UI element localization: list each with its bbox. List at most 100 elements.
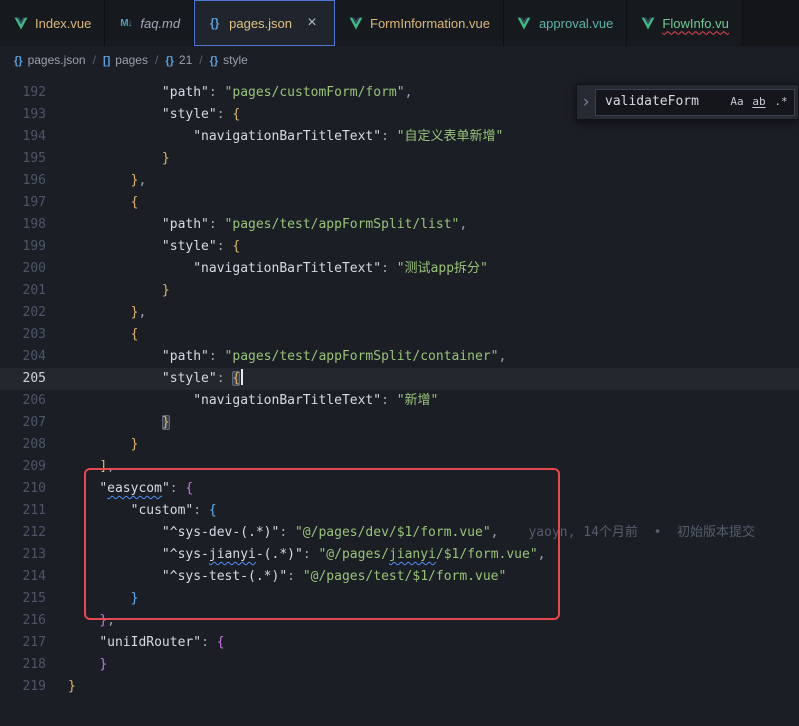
code-token: :	[209, 217, 225, 232]
code-text: "uniIdRouter": {	[68, 632, 225, 654]
code-token: "@/pages/	[318, 547, 388, 562]
code-line-210[interactable]: 210 "easycom": {	[0, 478, 799, 500]
code-text: "path": "pages/test/appFormSplit/list",	[68, 214, 467, 236]
line-number: 200	[0, 258, 46, 280]
code-token	[68, 613, 99, 628]
code-line-197[interactable]: 197 {	[0, 192, 799, 214]
code-token: :	[381, 261, 397, 276]
tab-faq.md[interactable]: M↓faq.md	[105, 0, 194, 46]
code-line-213[interactable]: 213 "^sys-jianyi-(.*)": "@/pages/jianyi/…	[0, 544, 799, 566]
code-line-209[interactable]: 209 ],	[0, 456, 799, 478]
code-token	[68, 437, 131, 452]
find-widget: › validateForm Aa ab .*	[576, 84, 799, 120]
code-line-199[interactable]: 199 "style": {	[0, 236, 799, 258]
line-number: 205	[0, 368, 46, 390]
code-line-219[interactable]: 219}	[0, 676, 799, 698]
line-number: 213	[0, 544, 46, 566]
code-token	[68, 195, 131, 210]
code-token: }	[131, 591, 139, 606]
code-line-196[interactable]: 196 },	[0, 170, 799, 192]
code-token: ,	[107, 613, 115, 628]
tab-approval.vue[interactable]: approval.vue	[504, 0, 627, 46]
code-text: "style": {	[68, 368, 243, 390]
whole-word-button[interactable]: ab	[749, 92, 769, 112]
tab-FormInformation.vue[interactable]: FormInformation.vue	[335, 0, 504, 46]
code-line-195[interactable]: 195 }	[0, 148, 799, 170]
code-token: :	[381, 393, 397, 408]
code-token: "style"	[162, 239, 217, 254]
code-line-202[interactable]: 202 },	[0, 302, 799, 324]
code-token	[68, 261, 193, 276]
chevron-right-icon[interactable]: ›	[577, 91, 595, 113]
vue-icon	[517, 17, 532, 30]
code-token	[68, 151, 162, 166]
code-token: {	[232, 239, 240, 254]
markdown-icon: M↓	[118, 18, 133, 29]
breadcrumb-item-style[interactable]: {}style	[210, 53, 248, 67]
code-token: :	[209, 349, 225, 364]
code-line-201[interactable]: 201 }	[0, 280, 799, 302]
breadcrumb-item-21[interactable]: {}21	[165, 53, 192, 67]
code-text: },	[68, 302, 146, 324]
code-line-204[interactable]: 204 "path": "pages/test/appFormSplit/con…	[0, 346, 799, 368]
code-line-207[interactable]: 207 }	[0, 412, 799, 434]
code-line-198[interactable]: 198 "path": "pages/test/appFormSplit/lis…	[0, 214, 799, 236]
git-blame-annotation: yaoyn, 14个月前 • 初始版本提交	[528, 525, 755, 540]
code-token: "^sys-	[162, 547, 209, 562]
code-token: "style"	[162, 107, 217, 122]
breadcrumb-separator: /	[155, 53, 158, 67]
code-token	[68, 107, 162, 122]
code-line-214[interactable]: 214 "^sys-test-(.*)": "@/pages/test/$1/f…	[0, 566, 799, 588]
line-number: 199	[0, 236, 46, 258]
code-text: }	[68, 434, 138, 456]
code-token: }	[131, 437, 139, 452]
code-line-208[interactable]: 208 }	[0, 434, 799, 456]
tab-FlowInfo.vu[interactable]: FlowInfo.vu	[627, 0, 742, 46]
code-line-212[interactable]: 212 "^sys-dev-(.*)": "@/pages/dev/$1/for…	[0, 522, 799, 544]
breadcrumb-label: style	[223, 53, 248, 67]
vue-icon	[640, 17, 655, 30]
match-case-button[interactable]: Aa	[727, 92, 747, 112]
code-token	[68, 481, 99, 496]
close-icon[interactable]: ×	[303, 14, 321, 32]
tab-pages.json[interactable]: {}pages.json×	[194, 0, 335, 46]
code-token	[68, 635, 99, 650]
code-line-215[interactable]: 215 }	[0, 588, 799, 610]
code-token: "pages/test/appFormSplit/container"	[225, 349, 499, 364]
breadcrumb-item-pages.json[interactable]: {}pages.json	[14, 53, 86, 67]
code-line-194[interactable]: 194 "navigationBarTitleText": "自定义表单新增"	[0, 126, 799, 148]
code-token: ,	[405, 85, 413, 100]
code-token: :	[217, 107, 233, 122]
tab-Index.vue[interactable]: Index.vue	[0, 0, 105, 46]
line-number: 215	[0, 588, 46, 610]
code-line-218[interactable]: 218 }	[0, 654, 799, 676]
code-token: "path"	[162, 349, 209, 364]
code-text: "path": "pages/test/appFormSplit/contain…	[68, 346, 506, 368]
code-token: "pages/test/appFormSplit/list"	[225, 217, 460, 232]
code-token	[68, 393, 193, 408]
code-line-211[interactable]: 211 "custom": {	[0, 500, 799, 522]
code-line-216[interactable]: 216 },	[0, 610, 799, 632]
code-token: {	[185, 481, 193, 496]
code-line-206[interactable]: 206 "navigationBarTitleText": "新增"	[0, 390, 799, 412]
code-line-203[interactable]: 203 {	[0, 324, 799, 346]
code-line-200[interactable]: 200 "navigationBarTitleText": "测试app拆分"	[0, 258, 799, 280]
code-token: :	[287, 569, 303, 584]
code-text: "^sys-dev-(.*)": "@/pages/dev/$1/form.vu…	[68, 522, 755, 544]
code-line-217[interactable]: 217 "uniIdRouter": {	[0, 632, 799, 654]
find-query: validateForm	[605, 91, 725, 113]
code-token: "自定义表单新增"	[397, 129, 504, 144]
tab-label: Index.vue	[35, 16, 91, 31]
vue-icon	[13, 17, 28, 30]
find-input[interactable]: validateForm Aa ab .*	[595, 89, 795, 116]
code-text: }	[68, 148, 170, 170]
code-line-205[interactable]: 205 "style": {	[0, 368, 799, 390]
code-token: "	[162, 481, 170, 496]
line-number: 206	[0, 390, 46, 412]
breadcrumb-item-pages[interactable]: []pages	[103, 53, 148, 67]
line-number: 219	[0, 676, 46, 698]
regex-button[interactable]: .*	[771, 92, 791, 112]
line-number: 209	[0, 456, 46, 478]
code-token: "@/pages/dev/$1/form.vue"	[295, 525, 491, 540]
code-text: "easycom": {	[68, 478, 193, 500]
